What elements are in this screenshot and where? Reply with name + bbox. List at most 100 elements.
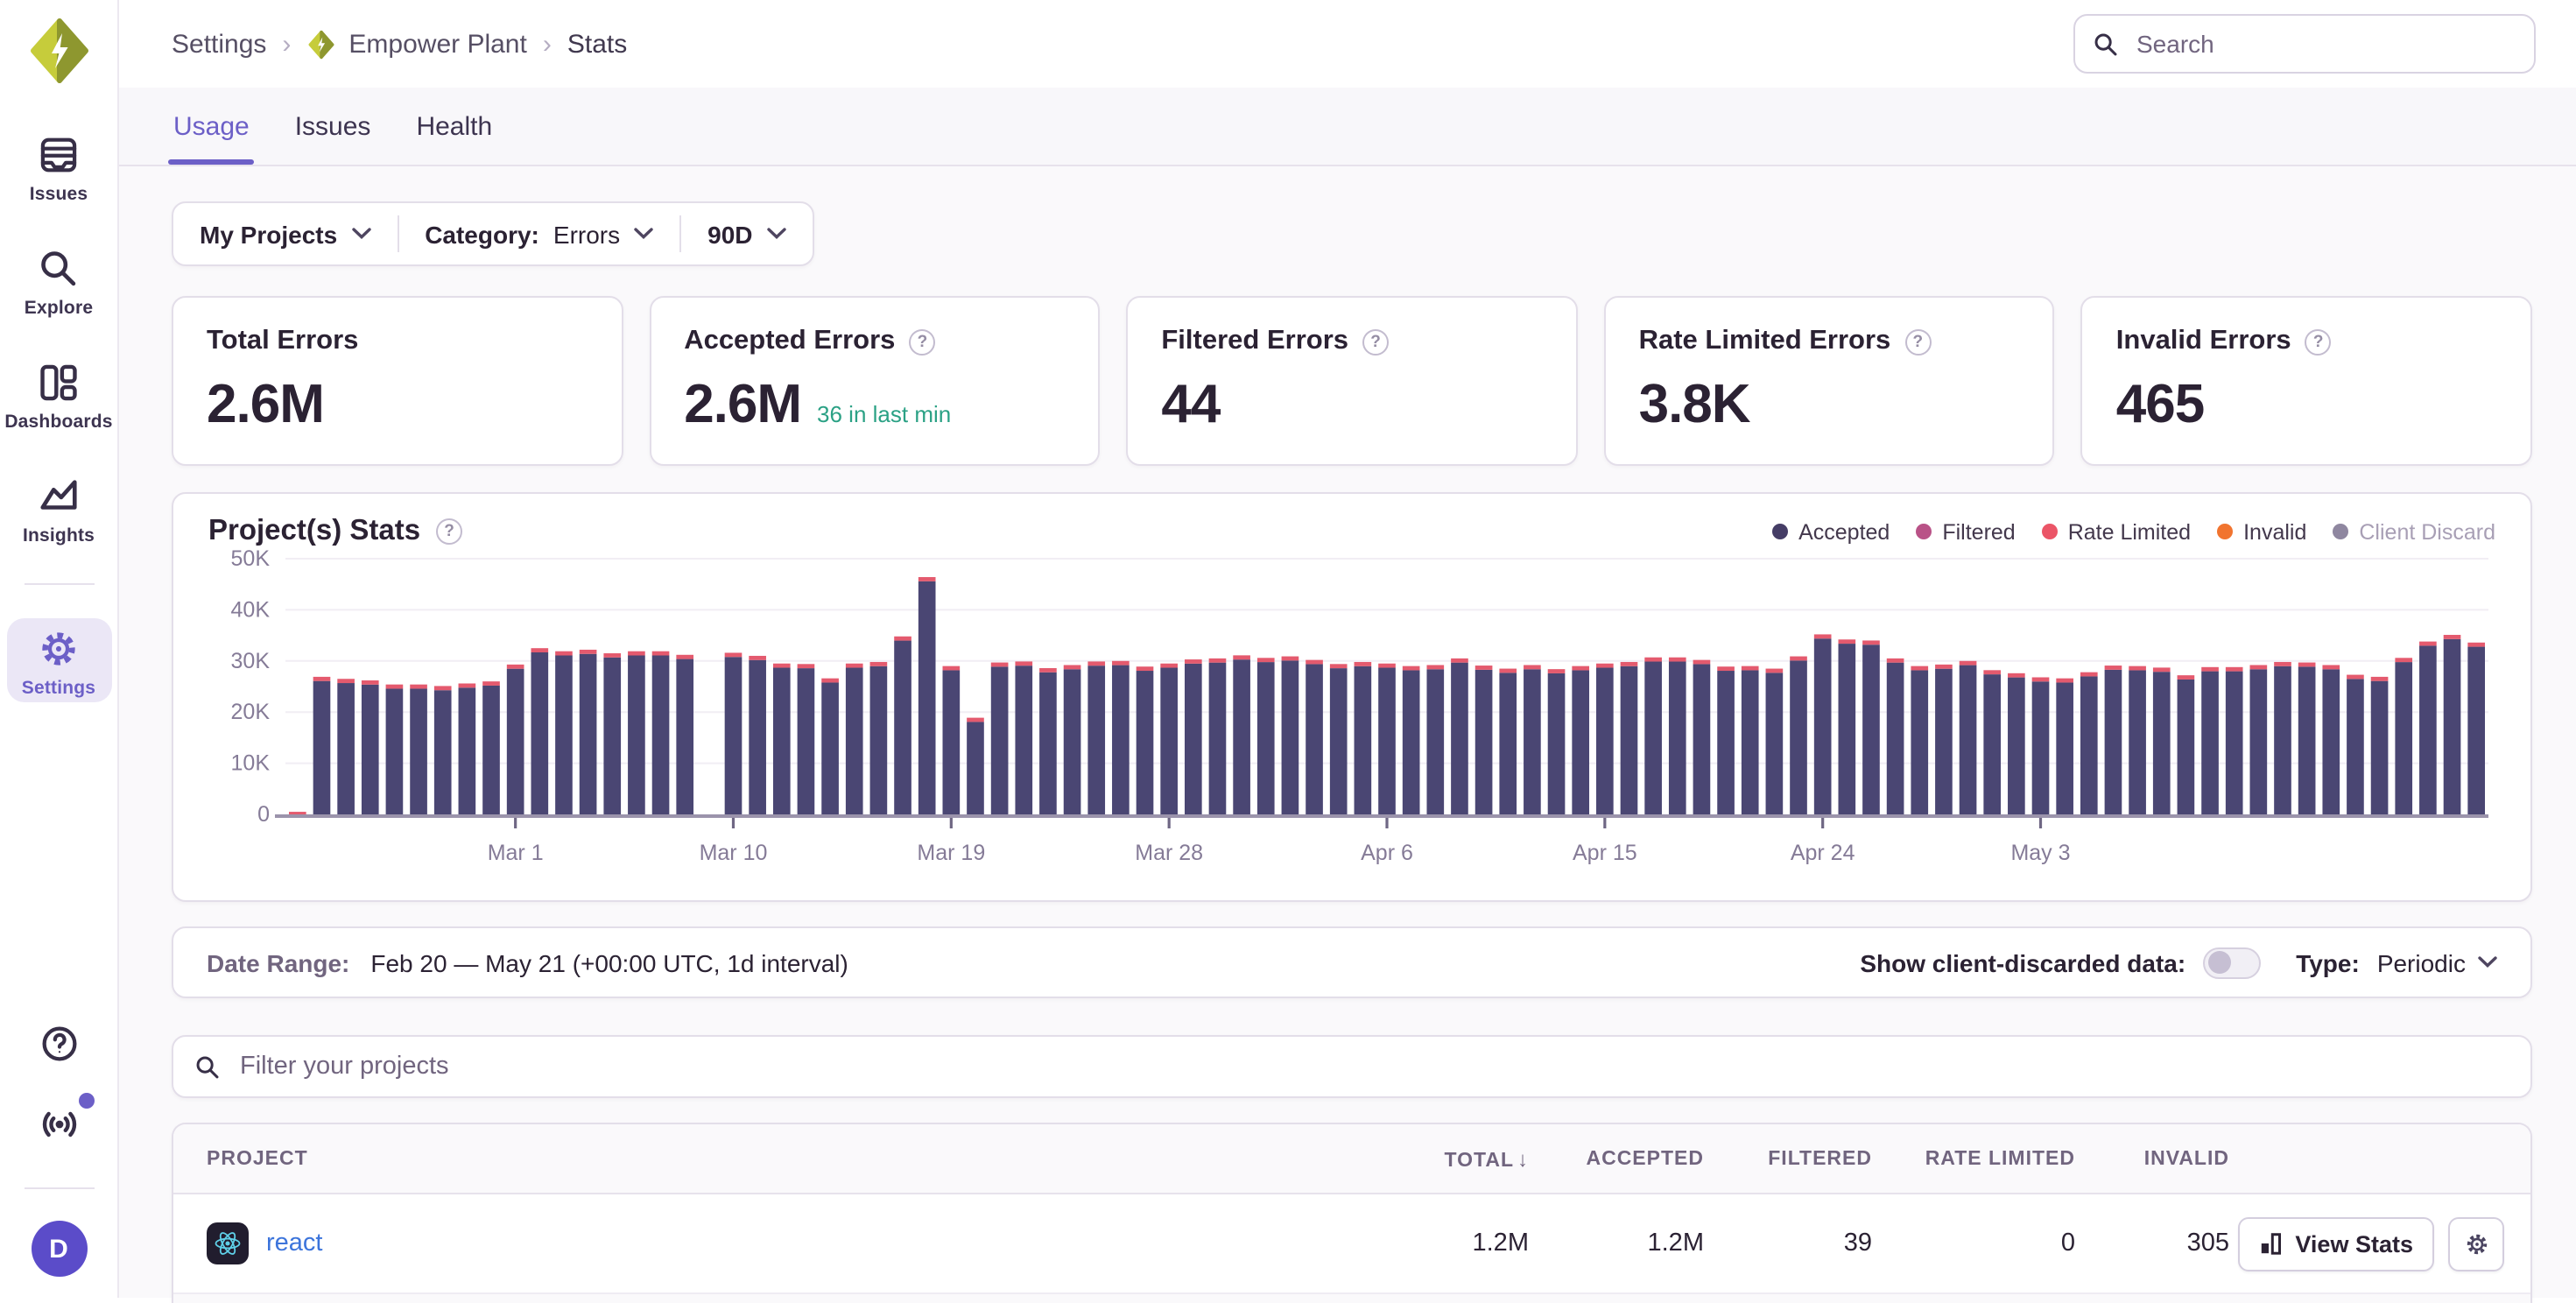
avatar[interactable]: D (31, 1221, 87, 1277)
tab-usage[interactable]: Usage (173, 112, 250, 165)
breadcrumb-item-project[interactable]: Empower Plant (306, 29, 526, 59)
help-button[interactable] (38, 1023, 80, 1074)
card-extra: 36 in last min (817, 401, 951, 427)
card-value: 2.6M (684, 373, 801, 436)
sidebar-item-label: Insights (23, 525, 95, 546)
bars (289, 577, 2485, 814)
whats-new-button[interactable] (36, 1102, 81, 1156)
legend-item-invalid[interactable]: Invalid (2217, 519, 2306, 544)
legend-label: Client Discard (2359, 519, 2495, 544)
stats-bar-chart[interactable]: 010K20K30K40K50KMar 1Mar 10Mar 19Mar 28A… (208, 548, 2495, 888)
category-filter-value: Errors (553, 220, 620, 248)
type-value: Periodic (2377, 948, 2466, 976)
chevron-down-icon (351, 228, 370, 240)
project-link[interactable]: react (266, 1229, 323, 1257)
type-label: Type: (2296, 948, 2360, 976)
sidebar-item-label: Explore (25, 298, 93, 319)
project-settings-button[interactable] (2448, 1216, 2504, 1271)
column-header-accepted[interactable]: ACCEPTED (1586, 1148, 1704, 1169)
sidebar-item-insights[interactable]: Insights (6, 466, 111, 550)
card-title: Total Errors (207, 326, 358, 357)
sidebar-item-explore[interactable]: Explore (6, 238, 111, 322)
search-icon (194, 1053, 221, 1080)
content: My Projects Category: Errors 90D (119, 166, 2576, 1298)
info-icon[interactable]: ? (1362, 328, 1389, 355)
sidebar-item-settings[interactable]: Settings (6, 618, 111, 702)
svg-text:Mar 10: Mar 10 (700, 841, 768, 865)
card-value: 2.6M (207, 373, 324, 436)
chart-title: Project(s) Stats (208, 515, 420, 548)
chevron-down-icon (634, 228, 653, 240)
period-filter-button[interactable]: 90D (681, 203, 812, 264)
svg-text:20K: 20K (231, 700, 271, 724)
project-filter[interactable] (172, 1035, 2532, 1098)
column-header-filtered[interactable]: FILTERED (1768, 1148, 1872, 1169)
sidebar-divider (24, 1187, 94, 1189)
legend-item-filtered[interactable]: Filtered (1916, 519, 2015, 544)
broadcast-icon (36, 1102, 81, 1156)
stat-card-total-errors: Total Errors 2.6M (172, 296, 623, 466)
sidebar-item-label: Issues (30, 184, 88, 205)
avatar-initial: D (49, 1234, 68, 1264)
sentry-logo[interactable] (24, 16, 94, 86)
chevron-right-icon: › (543, 29, 552, 59)
stat-cards-row: Total Errors 2.6M Accepted Errors ? 2.6M… (172, 296, 2532, 466)
client-discard-toggle[interactable] (2203, 947, 2261, 978)
svg-text:Mar 1: Mar 1 (488, 841, 544, 865)
stat-card-rate-limited-errors: Rate Limited Errors ? 3.8K (1604, 296, 2055, 466)
sidebar-bottom: D (24, 1023, 94, 1298)
stat-card-invalid-errors: Invalid Errors ? 465 (2081, 296, 2532, 466)
table-row: react 1.2M 1.2M 39 0 305 View Stats (173, 1194, 2530, 1294)
cell-total: 1.2M (1354, 1229, 1529, 1257)
svg-text:May 3: May 3 (2010, 841, 2070, 865)
tab-health[interactable]: Health (416, 112, 492, 165)
card-title: Filtered Errors (1161, 326, 1348, 357)
legend-dot (2333, 524, 2348, 539)
legend-item-rate-limited[interactable]: Rate Limited (2042, 519, 2191, 544)
cell-rate-limited: 0 (1872, 1229, 2075, 1257)
tab-issues[interactable]: Issues (295, 112, 371, 165)
global-search[interactable] (2073, 14, 2536, 74)
search-input[interactable] (2133, 28, 2516, 60)
filter-bar: My Projects Category: Errors 90D (172, 201, 814, 266)
project-logo-icon (306, 29, 336, 59)
info-icon[interactable]: ? (909, 328, 935, 355)
toggle-knob (2208, 951, 2231, 974)
legend-item-accepted[interactable]: Accepted (1772, 519, 1890, 544)
date-range-label: Date Range: (207, 948, 349, 976)
column-header-rate-limited[interactable]: RATE LIMITED (1925, 1148, 2075, 1169)
sidebar-item-dashboards[interactable]: Dashboards (6, 352, 111, 436)
column-header-total[interactable]: TOTAL↓ (1444, 1146, 1529, 1171)
bar-chart-icon (2258, 1231, 2283, 1256)
legend-dot (1916, 524, 1932, 539)
category-filter-label: Category: (425, 220, 539, 248)
type-dropdown[interactable]: Periodic (2377, 948, 2497, 976)
legend-dot (2217, 524, 2233, 539)
info-icon[interactable]: ? (1904, 328, 1931, 355)
info-icon[interactable]: ? (2305, 328, 2332, 355)
svg-text:Apr 24: Apr 24 (1791, 841, 1855, 865)
breadcrumb-item-settings[interactable]: Settings (172, 29, 266, 59)
legend-item-client-discard[interactable]: Client Discard (2333, 519, 2495, 544)
cell-filtered: 39 (1704, 1229, 1872, 1257)
search-icon (2093, 31, 2119, 57)
project-filter-input[interactable] (236, 1051, 2509, 1082)
gear-icon (2463, 1230, 2489, 1257)
search-explore-icon (37, 247, 81, 291)
tab-bar: Usage Issues Health (119, 88, 2576, 166)
projects-filter-button[interactable]: My Projects (173, 203, 397, 264)
legend-label: Filtered (1942, 519, 2015, 544)
column-header-project[interactable]: PROJECT (207, 1148, 308, 1169)
sentry-logo-icon (24, 16, 94, 86)
view-stats-button[interactable]: View Stats (2237, 1216, 2434, 1271)
card-title: Accepted Errors (684, 326, 895, 357)
column-header-invalid[interactable]: INVALID (2144, 1148, 2229, 1169)
period-filter-label: 90D (707, 220, 752, 248)
card-title: Invalid Errors (2116, 326, 2291, 357)
insights-icon (37, 475, 81, 518)
sidebar-item-issues[interactable]: Issues (6, 124, 111, 208)
chevron-down-icon (767, 228, 786, 240)
info-icon[interactable]: ? (436, 518, 462, 545)
table-header: PROJECT TOTAL↓ ACCEPTED FILTERED RATE LI… (173, 1124, 2530, 1194)
category-filter-button[interactable]: Category: Errors (398, 203, 679, 264)
